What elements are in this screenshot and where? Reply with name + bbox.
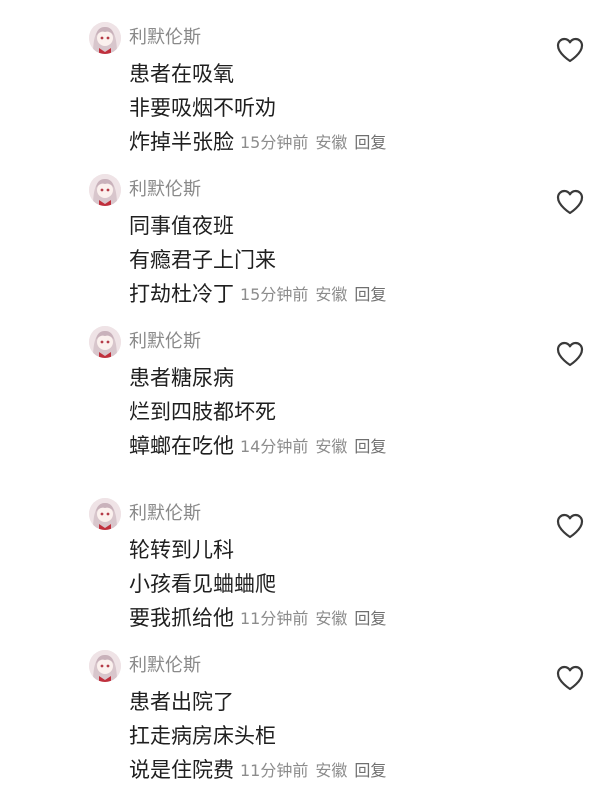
location: 安徽 <box>315 285 348 304</box>
heart-outline-icon[interactable] <box>555 340 585 368</box>
timestamp: 11分钟前 <box>240 761 309 780</box>
comment-text-line: 轮转到儿科 <box>129 538 234 562</box>
reply-button[interactable]: 回复 <box>354 133 386 152</box>
heart-outline-icon[interactable] <box>555 512 585 540</box>
timestamp: 15分钟前 <box>240 133 309 152</box>
comment-text-last: 要我抓给他 <box>129 606 234 630</box>
comment-text-line: 炸掉半张脸 15分钟前 安徽 回复 <box>129 128 393 157</box>
comment-text-line: 扛走病房床头柜 <box>129 724 276 748</box>
comment-meta: 15分钟前 安徽 回复 <box>240 129 393 157</box>
comment-meta: 14分钟前 安徽 回复 <box>240 433 393 461</box>
comment-text-line: 烂到四肢都坏死 <box>129 400 276 424</box>
comment-meta: 15分钟前 安徽 回复 <box>240 281 393 309</box>
heart-outline-icon[interactable] <box>555 664 585 692</box>
avatar[interactable] <box>89 326 121 358</box>
timestamp: 15分钟前 <box>240 285 309 304</box>
location: 安徽 <box>315 609 348 628</box>
location: 安徽 <box>315 133 348 152</box>
comment-text-line: 患者糖尿病 <box>129 366 234 390</box>
reply-button[interactable]: 回复 <box>354 285 386 304</box>
username[interactable]: 利默伦斯 <box>129 502 201 526</box>
like-button[interactable] <box>555 36 585 64</box>
comment-text-line: 要我抓给他 11分钟前 安徽 回复 <box>129 604 393 633</box>
like-button[interactable] <box>555 188 585 216</box>
reply-button[interactable]: 回复 <box>354 761 386 780</box>
username[interactable]: 利默伦斯 <box>129 178 201 202</box>
avatar[interactable] <box>89 650 121 682</box>
heart-outline-icon[interactable] <box>555 188 585 216</box>
comment-text-last: 说是住院费 <box>129 758 234 782</box>
timestamp: 11分钟前 <box>240 609 309 628</box>
heart-outline-icon[interactable] <box>555 36 585 64</box>
location: 安徽 <box>315 437 348 456</box>
username[interactable]: 利默伦斯 <box>129 654 201 678</box>
comment-text-last: 炸掉半张脸 <box>129 130 234 154</box>
avatar[interactable] <box>89 498 121 530</box>
reply-button[interactable]: 回复 <box>354 437 386 456</box>
comment-text-line: 有瘾君子上门来 <box>129 248 276 272</box>
comment-text-line: 蟑螂在吃他 14分钟前 安徽 回复 <box>129 432 393 461</box>
comment-text-line: 打劫杜冷丁 15分钟前 安徽 回复 <box>129 280 393 309</box>
comment-text-line: 小孩看见蛐蛐爬 <box>129 572 276 596</box>
like-button[interactable] <box>555 340 585 368</box>
username[interactable]: 利默伦斯 <box>129 330 201 354</box>
comment-text-line: 非要吸烟不听劝 <box>129 96 276 120</box>
reply-button[interactable]: 回复 <box>354 609 386 628</box>
comment-text-line: 患者在吸氧 <box>129 62 234 86</box>
like-button[interactable] <box>555 512 585 540</box>
comment-text-last: 蟑螂在吃他 <box>129 434 234 458</box>
timestamp: 14分钟前 <box>240 437 309 456</box>
username[interactable]: 利默伦斯 <box>129 26 201 50</box>
comment-meta: 11分钟前 安徽 回复 <box>240 757 393 785</box>
location: 安徽 <box>315 761 348 780</box>
comment-text-line: 说是住院费 11分钟前 安徽 回复 <box>129 756 393 785</box>
avatar[interactable] <box>89 22 121 54</box>
avatar[interactable] <box>89 174 121 206</box>
comment-text-line: 同事值夜班 <box>129 214 234 238</box>
comment-meta: 11分钟前 安徽 回复 <box>240 605 393 633</box>
comment-text-line: 患者出院了 <box>129 690 234 714</box>
like-button[interactable] <box>555 664 585 692</box>
comment-text-last: 打劫杜冷丁 <box>129 282 234 306</box>
